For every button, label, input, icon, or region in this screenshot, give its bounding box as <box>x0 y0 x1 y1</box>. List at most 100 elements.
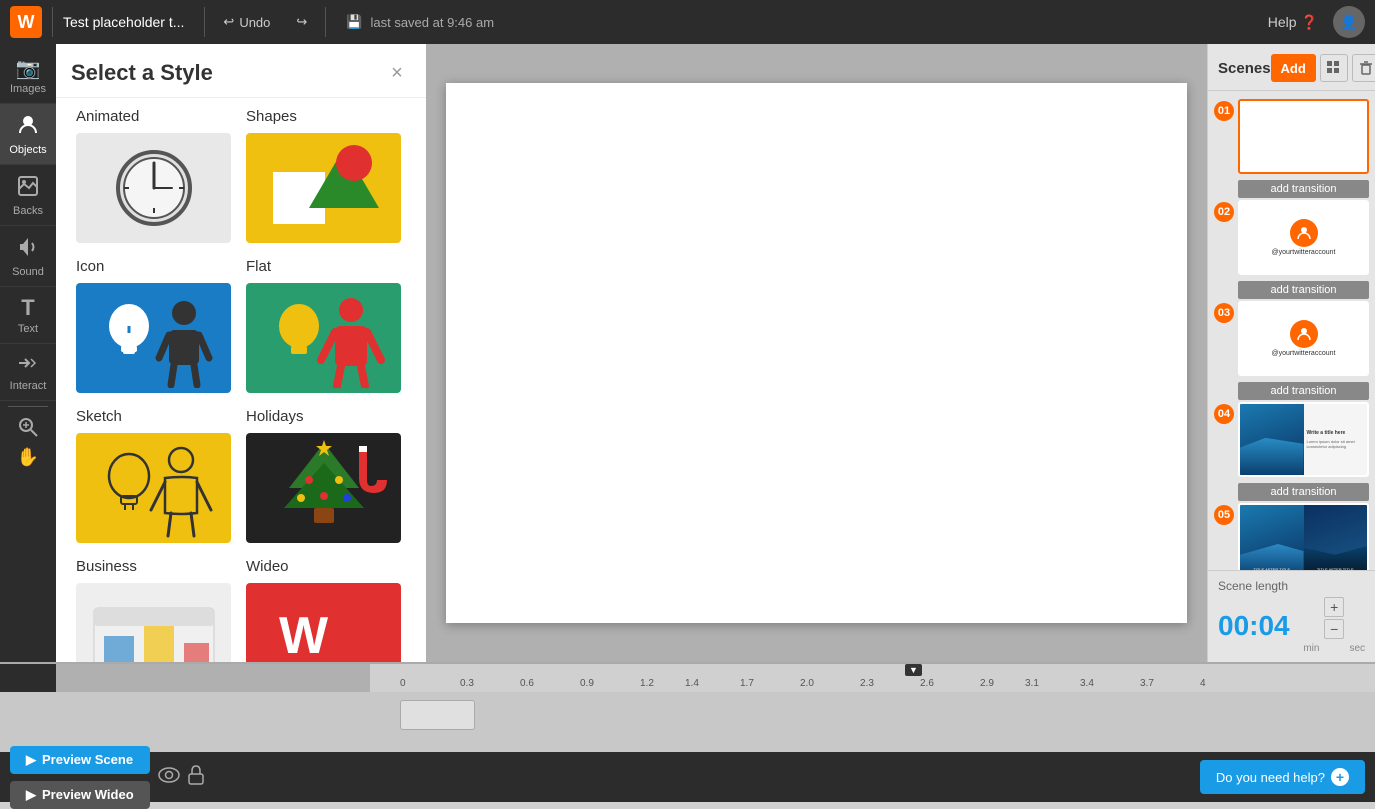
scene-number-05: 05 <box>1214 505 1234 525</box>
ruler-mark-0: 0 <box>400 678 406 689</box>
scene-transition-2-3[interactable]: add transition <box>1238 281 1369 299</box>
preview-scene-label: Preview Scene <box>42 752 133 767</box>
ruler-mark-31: 3.1 <box>1025 678 1039 689</box>
transition-label-1: add transition <box>1270 183 1336 195</box>
category-sketch-thumb[interactable] <box>76 433 231 543</box>
sidebar-item-interact[interactable]: Interact <box>0 344 56 401</box>
category-shapes: Shapes <box>241 108 411 243</box>
hand-tool-button[interactable]: ✋ <box>17 442 39 472</box>
business-thumbnail-svg <box>89 588 219 662</box>
zoom-in-button[interactable] <box>18 412 38 442</box>
preview-scene-button[interactable]: ▶ Preview Scene <box>10 746 150 774</box>
category-holidays: Holidays <box>241 408 411 543</box>
min-sec-label: min sec <box>1303 643 1365 654</box>
ruler-mark-37: 3.7 <box>1140 678 1154 689</box>
add-scene-button[interactable]: Add <box>1271 54 1316 82</box>
category-icon-label: Icon <box>76 258 236 275</box>
scene-thumb-02[interactable]: @yourtwitteraccount <box>1238 200 1369 275</box>
scene-length-time: 00:04 + − min sec <box>1218 597 1365 654</box>
sketch-thumbnail-svg <box>89 438 219 538</box>
user-avatar[interactable]: 👤 <box>1333 6 1365 38</box>
scene-05-content: TITLE AFTER TITLE TITLE AFTER TITLE <box>1240 505 1367 570</box>
category-shapes-thumb[interactable] <box>246 133 401 243</box>
interact-icon <box>17 354 39 376</box>
scene-length-value: 00:04 <box>1218 610 1290 642</box>
category-business-thumb[interactable] <box>76 583 231 662</box>
scene-transition-4-5[interactable]: add transition <box>1238 483 1369 501</box>
sidebar-item-sound[interactable]: Sound <box>0 226 56 287</box>
category-icon-thumb[interactable] <box>76 283 231 393</box>
sidebar-divider <box>8 406 48 407</box>
category-wideo-thumb[interactable]: W <box>246 583 401 662</box>
scene-length-decrease[interactable]: − <box>1324 619 1344 639</box>
scene-transition-1-2[interactable]: add transition <box>1238 180 1369 198</box>
ruler-mark-26: 2.6 <box>920 678 934 689</box>
main-canvas[interactable] <box>446 83 1187 623</box>
scene-thumb-04[interactable]: Write a title here Lorem ipsum dolor sit… <box>1238 402 1369 477</box>
scene-02-content: @yourtwitteraccount <box>1240 202 1367 273</box>
icon-thumbnail-svg <box>89 288 219 388</box>
category-flat-thumb[interactable] <box>246 283 401 393</box>
sidebar-item-backs[interactable]: Backs <box>0 165 56 226</box>
ruler-mark-17: 1.7 <box>740 678 754 689</box>
category-wideo: Wideo W <box>241 558 411 662</box>
ruler-mark-4: 4 <box>1200 678 1206 689</box>
category-flat: Flat <box>241 258 411 393</box>
category-wideo-label: Wideo <box>246 558 406 575</box>
ruler-mark-09: 0.9 <box>580 678 594 689</box>
bottom-buttons: ▶ Preview Scene ▶ Preview Wideo <box>10 746 150 809</box>
topbar-divider-1 <box>52 7 53 37</box>
scenes-grid-button[interactable] <box>1320 54 1348 82</box>
animated-thumbnail-svg <box>114 148 194 228</box>
do-you-need-help-button[interactable]: Do you need help? + <box>1200 760 1365 794</box>
wideo-thumbnail-svg: W <box>259 588 389 662</box>
scene-thumb-05[interactable]: TITLE AFTER TITLE TITLE AFTER TITLE <box>1238 503 1369 570</box>
sidebar-label-text: Text <box>18 323 38 335</box>
scene-thumb-01[interactable] <box>1238 99 1369 174</box>
camera-icon: 📷 <box>16 59 41 79</box>
min-label: min <box>1303 643 1319 654</box>
scene-transition-3-4[interactable]: add transition <box>1238 382 1369 400</box>
scenes-delete-button[interactable] <box>1352 54 1375 82</box>
topbar: W Test placeholder t... ↩ Undo ↪ 💾 last … <box>0 0 1375 44</box>
topbar-divider-3 <box>325 7 326 37</box>
scene-length-section: Scene length 00:04 + − min sec <box>1208 570 1375 662</box>
bottom-bar: ▶ Preview Scene ▶ Preview Wideo Do you n… <box>0 752 1375 802</box>
scene-item-01: 01 <box>1214 99 1369 174</box>
playhead-indicator[interactable]: ▼ <box>905 664 922 676</box>
panel-close-button[interactable]: × <box>383 59 411 87</box>
backs-icon <box>17 175 39 201</box>
redo-button[interactable]: ↪ <box>288 10 315 34</box>
category-holidays-thumb[interactable] <box>246 433 401 543</box>
sidebar-item-objects[interactable]: Objects <box>0 104 56 165</box>
playhead-time: ▼ <box>905 664 922 676</box>
scene-item-04: 04 Write a title here Lorem ipsum dolor … <box>1214 402 1369 477</box>
category-animated-thumb[interactable] <box>76 133 231 243</box>
scene-length-label: Scene length <box>1218 579 1365 593</box>
ruler-mark-20: 2.0 <box>800 678 814 689</box>
transition-label-2: add transition <box>1270 284 1336 296</box>
scene-number-01: 01 <box>1214 101 1234 121</box>
sidebar-item-text[interactable]: T Text <box>0 287 56 344</box>
lock-icon <box>188 765 204 785</box>
play-icon-wideo: ▶ <box>26 787 36 803</box>
scene-item-03: 03 @yourtwitteraccount <box>1214 301 1369 376</box>
preview-wideo-button[interactable]: ▶ Preview Wideo <box>10 781 150 809</box>
sidebar-label-objects: Objects <box>9 144 46 156</box>
lock-button[interactable] <box>188 765 204 790</box>
timeline-clip[interactable] <box>400 700 475 730</box>
scenes-header: Scenes Add <box>1208 44 1375 91</box>
help-button[interactable]: Help ❓ <box>1268 14 1318 31</box>
undo-button[interactable]: ↩ Undo <box>215 10 278 34</box>
objects-icon <box>17 114 39 140</box>
scene-length-increase[interactable]: + <box>1324 597 1344 617</box>
scene-thumb-03[interactable]: @yourtwitteraccount <box>1238 301 1369 376</box>
plus-circle-icon: + <box>1331 768 1349 786</box>
topbar-divider-2 <box>204 7 205 37</box>
timeline-scenes-space <box>1207 664 1375 692</box>
eye-visibility-button[interactable] <box>158 767 180 788</box>
sidebar-item-images[interactable]: 📷 Images <box>0 49 56 104</box>
shapes-thumbnail-svg <box>269 143 379 233</box>
timeline-inner: 0 0.3 0.6 0.9 1.2 1.4 1.7 2.0 2.3 2.6 2.… <box>0 664 1375 692</box>
transition-label-3: add transition <box>1270 385 1336 397</box>
